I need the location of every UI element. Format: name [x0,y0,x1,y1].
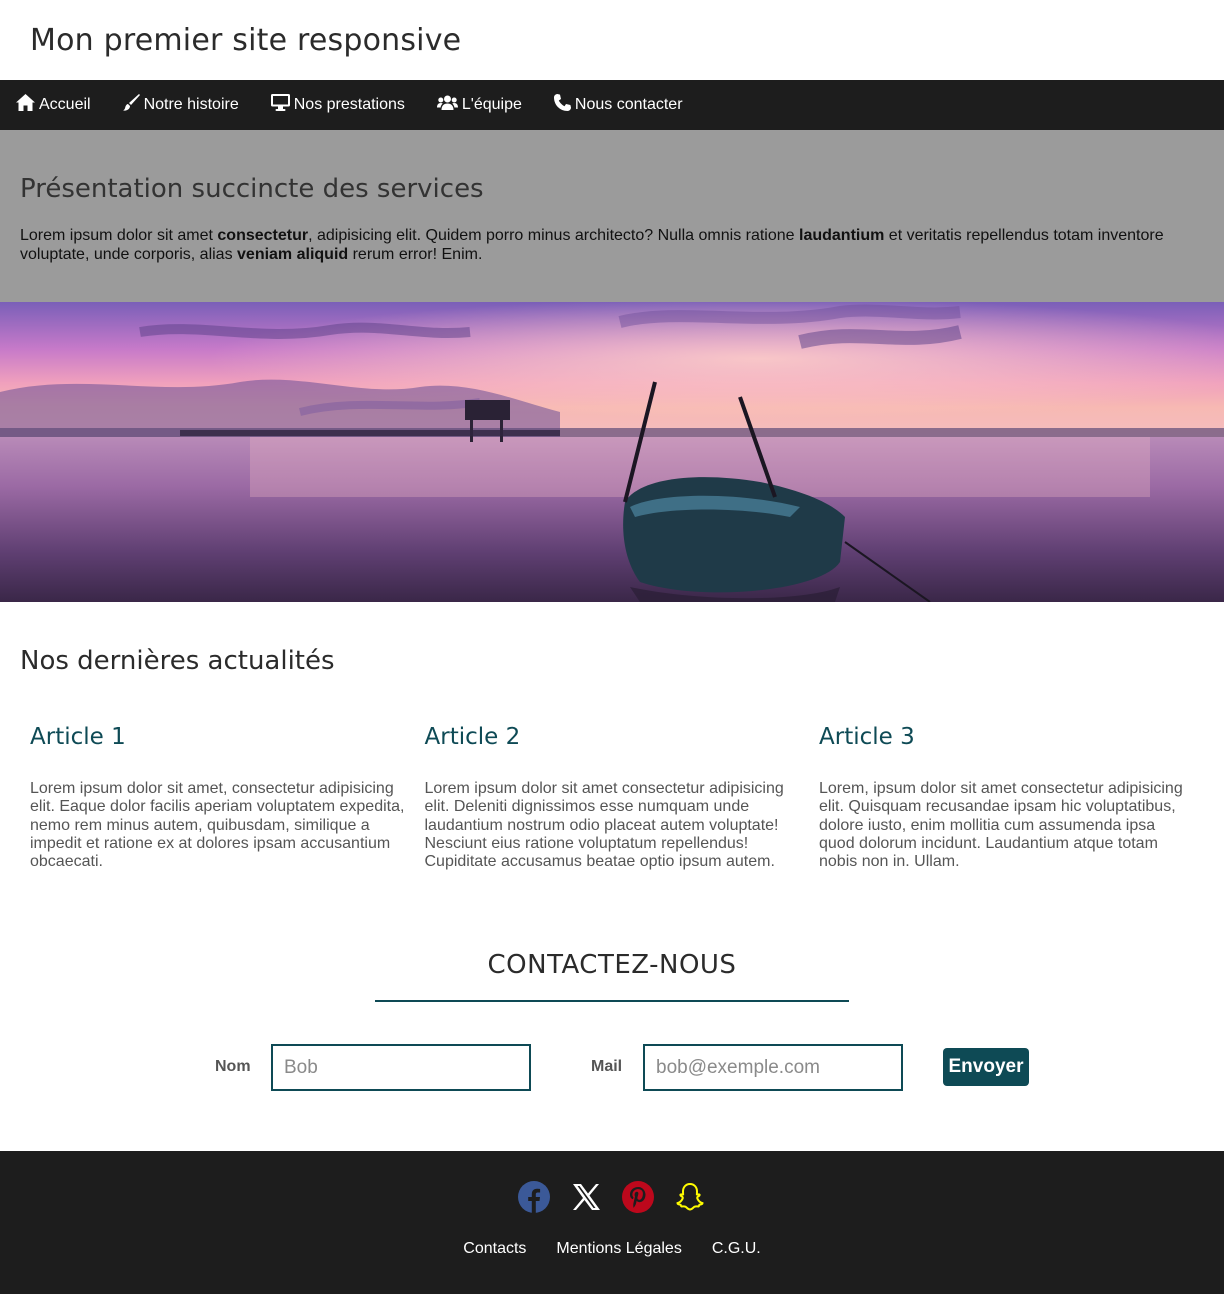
sunset-boat-illustration [0,302,1224,602]
phone-icon [553,94,575,116]
nav-label: Accueil [39,96,91,113]
intro-text-bold: veniam aliquid [237,246,349,263]
main-nav: Accueil Notre histoire Nos prestations L… [0,80,1224,130]
nav-item-equipe[interactable]: L'équipe [436,95,522,116]
article-text: Lorem, ipsum dolor sit amet consectetur … [819,780,1183,871]
users-icon [436,95,462,116]
intro-text-bold: laudantium [799,227,885,244]
intro-title: Présentation succincte des services [20,174,484,204]
nav-item-nous-contacter[interactable]: Nous contacter [553,94,683,116]
nav-label: L'équipe [461,96,522,113]
articles-list: Article 1 Lorem ipsum dolor sit amet, co… [20,724,1204,871]
intro-section: Présentation succincte des services Lore… [0,130,1224,302]
site-title: Mon premier site responsive [30,22,462,58]
footer-links: Contacts Mentions Légales C.G.U. [0,1240,1224,1258]
footer-link-contacts[interactable]: Contacts [463,1240,526,1258]
news-section: Nos dernières actualités Article 1 Lorem… [0,602,1224,922]
contact-divider [375,1000,849,1002]
nav-item-nos-prestations[interactable]: Nos prestations [270,94,405,116]
facebook-icon[interactable] [518,1181,550,1213]
nav-item-notre-histoire[interactable]: Notre histoire [122,94,239,116]
site-footer: Contacts Mentions Légales C.G.U. [0,1151,1224,1294]
intro-text-part: Lorem ipsum dolor sit amet [20,227,218,244]
name-label: Nom [215,1058,251,1075]
article-title[interactable]: Article 3 [819,724,1194,750]
snapchat-icon[interactable] [674,1181,706,1213]
article-text: Lorem ipsum dolor sit amet, consectetur … [30,780,405,871]
mail-input[interactable] [643,1044,903,1091]
footer-link-mentions-legales[interactable]: Mentions Légales [556,1240,681,1258]
desktop-icon [270,94,294,116]
contact-section: CONTACTEZ-NOUS Nom Mail Envoyer [0,922,1224,1151]
submit-button[interactable]: Envoyer [943,1048,1029,1086]
brush-icon [122,94,144,116]
site-header: Mon premier site responsive [0,0,1224,80]
article-title[interactable]: Article 1 [30,724,405,750]
news-title: Nos dernières actualités [20,646,335,676]
hero-image [0,302,1224,602]
article-title[interactable]: Article 2 [425,724,800,750]
footer-link-cgu[interactable]: C.G.U. [712,1240,761,1258]
intro-text-part: rerum error! Enim. [348,246,483,263]
intro-text: Lorem ipsum dolor sit amet consectetur, … [20,226,1204,264]
nav-label: Nous contacter [574,96,683,113]
home-icon [16,94,39,116]
intro-text-bold: consectetur [217,227,309,244]
contact-form: Nom Mail Envoyer [0,1044,1224,1091]
pinterest-icon[interactable] [622,1181,654,1213]
article-card: Article 3 Lorem, ipsum dolor sit amet co… [809,724,1204,871]
social-links [0,1181,1224,1213]
mail-label: Mail [591,1058,623,1075]
contact-title: CONTACTEZ-NOUS [487,950,737,980]
x-twitter-icon[interactable] [570,1181,602,1213]
article-card: Article 1 Lorem ipsum dolor sit amet, co… [20,724,415,871]
name-input[interactable] [271,1044,531,1091]
article-card: Article 2 Lorem ipsum dolor sit amet con… [415,724,810,871]
intro-text-part: , adipisicing elit. Quidem porro minus a… [308,227,799,244]
nav-label: Notre histoire [143,96,239,113]
nav-item-accueil[interactable]: Accueil [16,94,91,116]
nav-label: Nos prestations [293,96,405,113]
article-text: Lorem ipsum dolor sit amet consectetur a… [424,780,784,871]
